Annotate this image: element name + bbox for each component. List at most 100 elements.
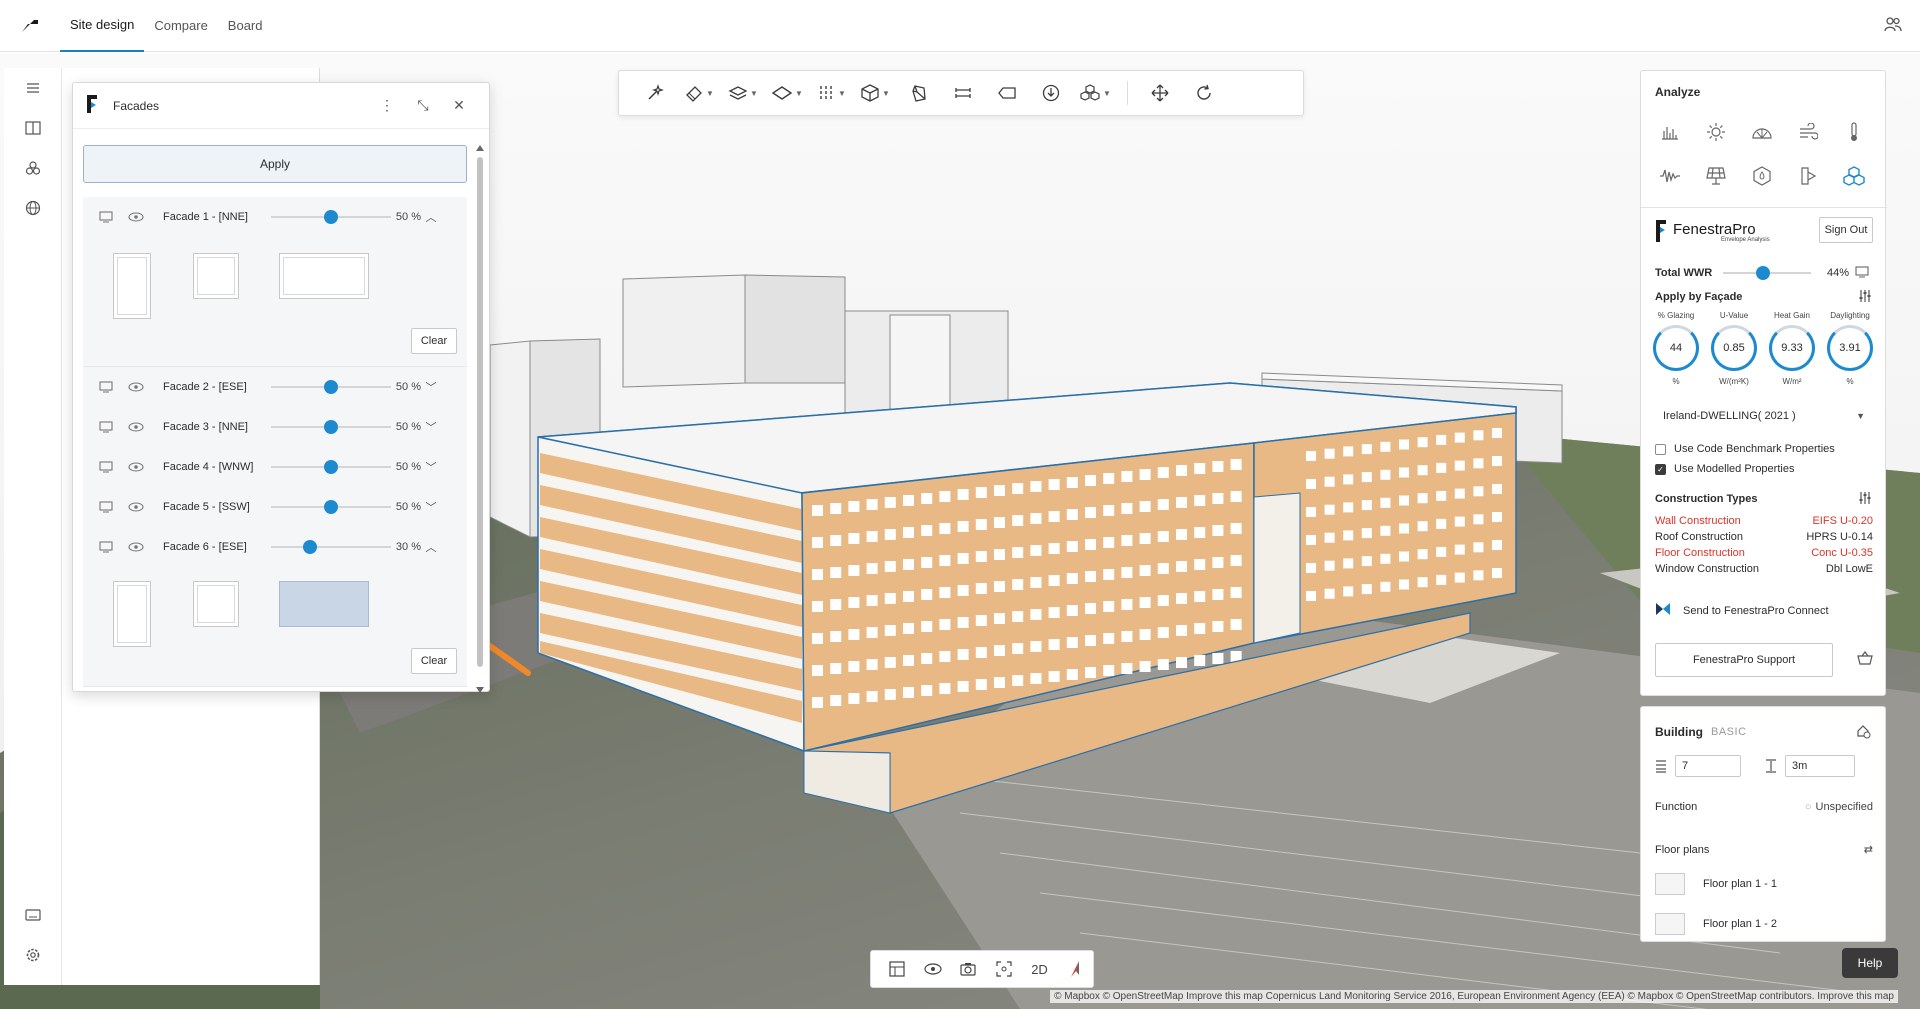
- adjust-icon[interactable]: [1859, 491, 1871, 508]
- box-icon[interactable]: ▼: [853, 75, 897, 111]
- facades-scrollbar[interactable]: [475, 143, 485, 693]
- facade-monitor-icon[interactable]: [91, 541, 121, 553]
- eye-view-icon[interactable]: [915, 962, 951, 976]
- map-attribution[interactable]: © Mapbox © OpenStreetMap Improve this ma…: [1050, 990, 1898, 1003]
- facade-monitor-icon[interactable]: [91, 461, 121, 473]
- visibility-eye-icon[interactable]: [121, 422, 151, 432]
- solar-panel-icon[interactable]: [1693, 159, 1739, 193]
- daylight-icon[interactable]: [1785, 159, 1831, 193]
- thermometer-icon[interactable]: [1831, 115, 1877, 149]
- facade-row[interactable]: Facade 2 - [ESE] 50 % ﹀: [83, 367, 467, 407]
- gauge-u-value[interactable]: U-Value 0.85 W/(m²K): [1707, 311, 1761, 386]
- globe-icon[interactable]: [4, 188, 62, 228]
- download-icon[interactable]: [1029, 75, 1073, 111]
- facade-row[interactable]: Facade 1 - [NNE] 50 % ︿: [83, 197, 467, 237]
- gauge-heat-gain[interactable]: Heat Gain 9.33 W/m²: [1765, 311, 1819, 386]
- more-options-icon[interactable]: ⋮: [369, 97, 405, 114]
- checkbox-unchecked[interactable]: [1655, 443, 1666, 455]
- tab-board[interactable]: Board: [218, 0, 273, 52]
- sun-path-icon[interactable]: [1739, 115, 1785, 149]
- benchmark-select[interactable]: Ireland-DWELLING( 2021 ) ▼: [1655, 405, 1873, 427]
- use-modelled-checkbox[interactable]: ✓ Use Modelled Properties: [1655, 463, 1794, 475]
- tab-compare[interactable]: Compare: [144, 0, 217, 52]
- tag-icon[interactable]: [985, 75, 1029, 111]
- facade-wwr-slider[interactable]: [271, 537, 391, 557]
- close-icon[interactable]: ✕: [441, 97, 477, 114]
- gauge-daylighting[interactable]: Daylighting 3.91 %: [1823, 311, 1877, 386]
- window-construction-row[interactable]: Window Construction Dbl LowE: [1655, 563, 1873, 575]
- help-button[interactable]: Help: [1842, 948, 1898, 978]
- sun-icon[interactable]: [1693, 115, 1739, 149]
- basket-icon[interactable]: [1857, 651, 1873, 668]
- facade-row[interactable]: Facade 5 - [SSW] 50 % ﹀: [83, 487, 467, 527]
- checkbox-checked[interactable]: ✓: [1655, 463, 1666, 475]
- floor-plan-item[interactable]: Floor plan 1 - 2: [1655, 909, 1873, 939]
- wall-construction-row[interactable]: Wall Construction EIFS U-0.20: [1655, 515, 1873, 527]
- group-icon[interactable]: ▼: [1073, 75, 1117, 111]
- app-logo[interactable]: [0, 0, 60, 52]
- window-type-tall[interactable]: [113, 581, 151, 647]
- wind-icon[interactable]: [1785, 115, 1831, 149]
- fenestrapro-extension-icon[interactable]: [1831, 159, 1877, 193]
- facade-wwr-slider[interactable]: [271, 417, 391, 437]
- floor-count-input[interactable]: 7: [1675, 755, 1741, 777]
- chevron-down-icon[interactable]: ﹀: [421, 459, 441, 475]
- chevron-down-icon[interactable]: ﹀: [421, 499, 441, 515]
- chevron-up-icon[interactable]: ︿: [421, 209, 441, 225]
- sign-out-button[interactable]: Sign Out: [1819, 217, 1873, 243]
- floor-plan-item[interactable]: Floor plan 1 - 1: [1655, 869, 1873, 899]
- view-2d-button[interactable]: 2D: [1022, 962, 1058, 977]
- window-type-wide-selected[interactable]: [279, 581, 369, 627]
- floorplan-view-icon[interactable]: [879, 960, 915, 978]
- fenestrapro-support-button[interactable]: FenestraPro Support: [1655, 643, 1833, 677]
- facade-row[interactable]: Facade 4 - [WNW] 50 % ﹀: [83, 447, 467, 487]
- floor-height-input[interactable]: 3m: [1785, 755, 1855, 777]
- apply-button[interactable]: Apply: [83, 145, 467, 183]
- window-type-wide[interactable]: [279, 253, 369, 299]
- collaborators-icon[interactable]: [1884, 16, 1902, 35]
- visibility-eye-icon[interactable]: [121, 502, 151, 512]
- total-wwr-slider[interactable]: [1723, 263, 1811, 283]
- window-type-square[interactable]: [193, 253, 239, 299]
- visibility-eye-icon[interactable]: [121, 462, 151, 472]
- facade-monitor-icon[interactable]: [91, 211, 121, 223]
- facade-monitor-icon[interactable]: [91, 421, 121, 433]
- chevron-down-icon[interactable]: ﹀: [421, 419, 441, 435]
- focus-icon[interactable]: [986, 960, 1022, 978]
- gauge-glazing[interactable]: % Glazing 44 %: [1649, 311, 1703, 386]
- facade-monitor-icon[interactable]: [91, 501, 121, 513]
- window-type-tall[interactable]: [113, 253, 151, 319]
- measure-icon[interactable]: [941, 75, 985, 111]
- collapse-icon[interactable]: ⤡: [405, 97, 441, 114]
- bar-chart-icon[interactable]: [1647, 115, 1693, 149]
- facade-wwr-slider[interactable]: [271, 497, 391, 517]
- paint-icon[interactable]: ▼: [677, 75, 721, 111]
- facade-monitor-icon[interactable]: [91, 381, 121, 393]
- rotate-icon[interactable]: [1182, 75, 1226, 111]
- facade-row[interactable]: Facade 6 - [ESE] 30 % ︿: [83, 527, 467, 567]
- function-row[interactable]: Function ○ Unspecified: [1655, 801, 1873, 813]
- facade-wwr-slider[interactable]: [271, 457, 391, 477]
- clear-button[interactable]: Clear: [411, 328, 457, 354]
- solid-icon[interactable]: [897, 75, 941, 111]
- swap-icon[interactable]: ⇄: [1864, 843, 1873, 856]
- plane-icon[interactable]: ▼: [765, 75, 809, 111]
- generate-icon[interactable]: [633, 75, 677, 111]
- building-edit-icon[interactable]: [1855, 723, 1871, 742]
- visibility-eye-icon[interactable]: [121, 382, 151, 392]
- roof-construction-row[interactable]: Roof Construction HPRS U-0.14: [1655, 531, 1873, 543]
- facade-wwr-slider[interactable]: [271, 377, 391, 397]
- settings-icon[interactable]: [4, 935, 62, 975]
- compass-icon[interactable]: [1057, 959, 1093, 979]
- noise-icon[interactable]: [1647, 159, 1693, 193]
- facade-wwr-slider[interactable]: [271, 207, 391, 227]
- visibility-eye-icon[interactable]: [121, 212, 151, 222]
- layers-icon[interactable]: ▼: [721, 75, 765, 111]
- send-to-connect-link[interactable]: Send to FenestraPro Connect: [1655, 602, 1829, 619]
- chevron-up-icon[interactable]: ︿: [421, 539, 441, 555]
- window-type-square[interactable]: [193, 581, 239, 627]
- move-icon[interactable]: [1138, 75, 1182, 111]
- columns-icon[interactable]: ▼: [809, 75, 853, 111]
- use-code-benchmark-checkbox[interactable]: Use Code Benchmark Properties: [1655, 443, 1835, 455]
- camera-icon[interactable]: [950, 961, 986, 977]
